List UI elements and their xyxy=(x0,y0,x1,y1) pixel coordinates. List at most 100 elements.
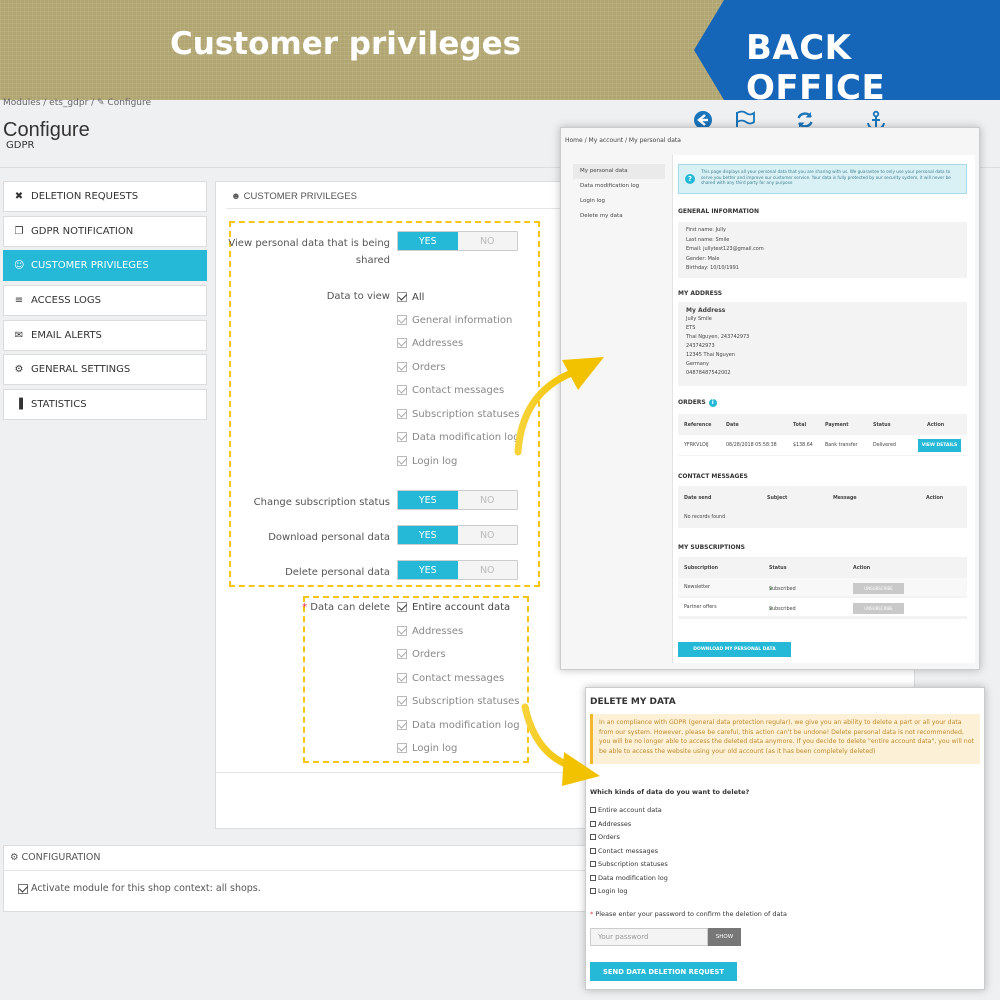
delete-choice-subscriptions[interactable]: Subscription statuses xyxy=(590,860,668,868)
delete-option-subscriptions[interactable]: Subscription statuses xyxy=(397,694,519,708)
checkbox[interactable] xyxy=(590,888,596,894)
download-personal-data-button[interactable]: DOWNLOAD MY PERSONAL DATA xyxy=(678,642,791,657)
delete-choice-entire[interactable]: Entire account data xyxy=(590,806,662,814)
switch-yes[interactable]: YES xyxy=(398,526,458,544)
checkbox-checked[interactable] xyxy=(397,673,407,683)
delete-option-orders[interactable]: Orders xyxy=(397,647,446,661)
send-deletion-request-button[interactable]: SEND DATA DELETION REQUEST xyxy=(590,962,737,981)
view-option-login-log[interactable]: Login log xyxy=(397,454,457,468)
gear-icon: ⚙ xyxy=(14,364,24,375)
delete-choice-contact[interactable]: Contact messages xyxy=(590,847,658,855)
checkbox-label: Contact messages xyxy=(598,847,658,855)
checkbox-checked[interactable] xyxy=(397,432,407,442)
fo-nav-item[interactable]: Data modification log xyxy=(573,179,665,194)
sidebar-item-label: ACCESS LOGS xyxy=(31,295,102,306)
delete-option-contact[interactable]: Contact messages xyxy=(397,671,504,685)
view-details-button[interactable]: VIEW DETAILS xyxy=(918,439,961,452)
switch-no[interactable]: NO xyxy=(458,232,518,250)
checkbox[interactable] xyxy=(590,807,596,813)
fo-nav-item[interactable]: My personal data xyxy=(573,164,665,179)
switch-yes[interactable]: YES xyxy=(398,561,458,579)
page-subtitle: GDPR xyxy=(6,140,35,151)
checkbox-checked[interactable] xyxy=(397,602,407,612)
delete-choice-addresses[interactable]: Addresses xyxy=(590,820,631,828)
activate-module-label: Activate module for this shop context: a… xyxy=(31,883,261,894)
sidebar-item-statistics[interactable]: ▐ STATISTICS xyxy=(3,389,207,420)
checkbox[interactable] xyxy=(590,834,596,840)
checkbox-checked[interactable] xyxy=(397,385,407,395)
checkbox-label: Login log xyxy=(412,742,458,754)
change-subscription-label: Change subscription status xyxy=(253,497,390,508)
switch-no[interactable]: NO xyxy=(458,561,518,579)
table-header: Date send Subject Message Action xyxy=(678,489,967,507)
checkbox-label: Orders xyxy=(412,648,446,660)
breadcrumb[interactable]: Modules / ets_gdpr / ✎ Configure xyxy=(3,98,151,108)
view-option-orders[interactable]: Orders xyxy=(397,360,446,374)
checkbox[interactable] xyxy=(590,875,596,881)
download-data-switch[interactable]: YES NO xyxy=(397,525,518,545)
sidebar-item-gdpr-notification[interactable]: ❐ GDPR NOTIFICATION xyxy=(3,216,207,247)
sidebar-item-general-settings[interactable]: ⚙ GENERAL SETTINGS xyxy=(3,354,207,385)
checkbox-checked[interactable] xyxy=(397,649,407,659)
column-header: Action xyxy=(853,565,871,571)
fo-nav-item[interactable]: Delete my data xyxy=(573,209,665,224)
checkbox-label: Addresses xyxy=(412,625,464,637)
unsubscribe-button[interactable]: UNSUBSCRIBE xyxy=(853,603,904,614)
switch-yes[interactable]: YES xyxy=(398,232,458,250)
checkbox-label: Entire account data xyxy=(412,601,511,613)
switch-no[interactable]: NO xyxy=(458,526,518,544)
view-option-modification-log[interactable]: Data modification log xyxy=(397,430,520,444)
delete-option-modification-log[interactable]: Data modification log xyxy=(397,718,520,732)
sidebar-item-customer-privileges[interactable]: ☺ CUSTOMER PRIVILEGES xyxy=(3,250,207,281)
view-shared-switch[interactable]: YES NO xyxy=(397,231,518,251)
gears-icon: ⚙ xyxy=(10,852,22,863)
user-icon: ☻ xyxy=(231,191,244,202)
checkbox-checked[interactable] xyxy=(18,883,28,894)
panel-title: ☻ CUSTOMER PRIVILEGES xyxy=(231,191,357,202)
checkbox-checked[interactable] xyxy=(397,743,407,753)
checkbox-checked[interactable] xyxy=(397,292,407,302)
checkbox-checked[interactable] xyxy=(397,338,407,348)
fo-address-name: My Address xyxy=(686,307,726,314)
close-circle-icon: ✖ xyxy=(14,191,24,202)
view-option-subscriptions[interactable]: Subscription statuses xyxy=(397,407,519,421)
delete-choice-modification-log[interactable]: Data modification log xyxy=(590,874,668,882)
view-option-addresses[interactable]: Addresses xyxy=(397,336,463,350)
view-option-general[interactable]: General information xyxy=(397,313,512,327)
activate-module-checkbox[interactable]: Activate module for this shop context: a… xyxy=(18,883,261,894)
delete-data-switch[interactable]: YES NO xyxy=(397,560,518,580)
checkbox-checked[interactable] xyxy=(397,315,407,325)
delete-question: Which kinds of data do you want to delet… xyxy=(590,788,750,796)
fo-account-nav: My personal data Data modification log L… xyxy=(573,164,665,224)
checkbox[interactable] xyxy=(590,821,596,827)
delete-option-login-log[interactable]: Login log xyxy=(397,741,457,755)
checkbox-checked[interactable] xyxy=(397,626,407,636)
switch-no[interactable]: NO xyxy=(458,491,518,509)
sidebar-item-deletion-requests[interactable]: ✖ DELETION REQUESTS xyxy=(3,181,207,212)
delete-option-addresses[interactable]: Addresses xyxy=(397,624,463,638)
fo-nav-item[interactable]: Login log xyxy=(573,194,665,209)
view-option-all[interactable]: All xyxy=(397,290,424,304)
delete-choice-login-log[interactable]: Login log xyxy=(590,887,628,895)
delete-option-entire[interactable]: Entire account data xyxy=(397,600,510,614)
show-password-button[interactable]: SHOW xyxy=(708,928,741,946)
checkbox-checked[interactable] xyxy=(397,362,407,372)
view-option-contact[interactable]: Contact messages xyxy=(397,383,504,397)
sidebar-item-access-logs[interactable]: ≡ ACCESS LOGS xyxy=(3,285,207,316)
password-input[interactable]: Your password xyxy=(590,928,708,946)
fo-breadcrumb[interactable]: Home / My account / My personal data xyxy=(565,137,681,144)
checkbox[interactable] xyxy=(590,861,596,867)
unsubscribe-button[interactable]: UNSUBSCRIBE xyxy=(853,583,904,594)
checkbox-checked[interactable] xyxy=(397,720,407,730)
table-header: Reference Date Total Payment Status Acti… xyxy=(678,416,967,434)
checkbox-checked[interactable] xyxy=(397,409,407,419)
fo-info-line: Last name: Smile xyxy=(686,236,730,243)
delete-choice-orders[interactable]: Orders xyxy=(590,833,620,841)
switch-yes[interactable]: YES xyxy=(398,491,458,509)
password-label-text: Please enter your password to confirm th… xyxy=(595,910,787,918)
checkbox-checked[interactable] xyxy=(397,696,407,706)
checkbox[interactable] xyxy=(590,848,596,854)
checkbox-checked[interactable] xyxy=(397,456,407,466)
change-subscription-switch[interactable]: YES NO xyxy=(397,490,518,510)
sidebar-item-email-alerts[interactable]: ✉ EMAIL ALERTS xyxy=(3,320,207,351)
